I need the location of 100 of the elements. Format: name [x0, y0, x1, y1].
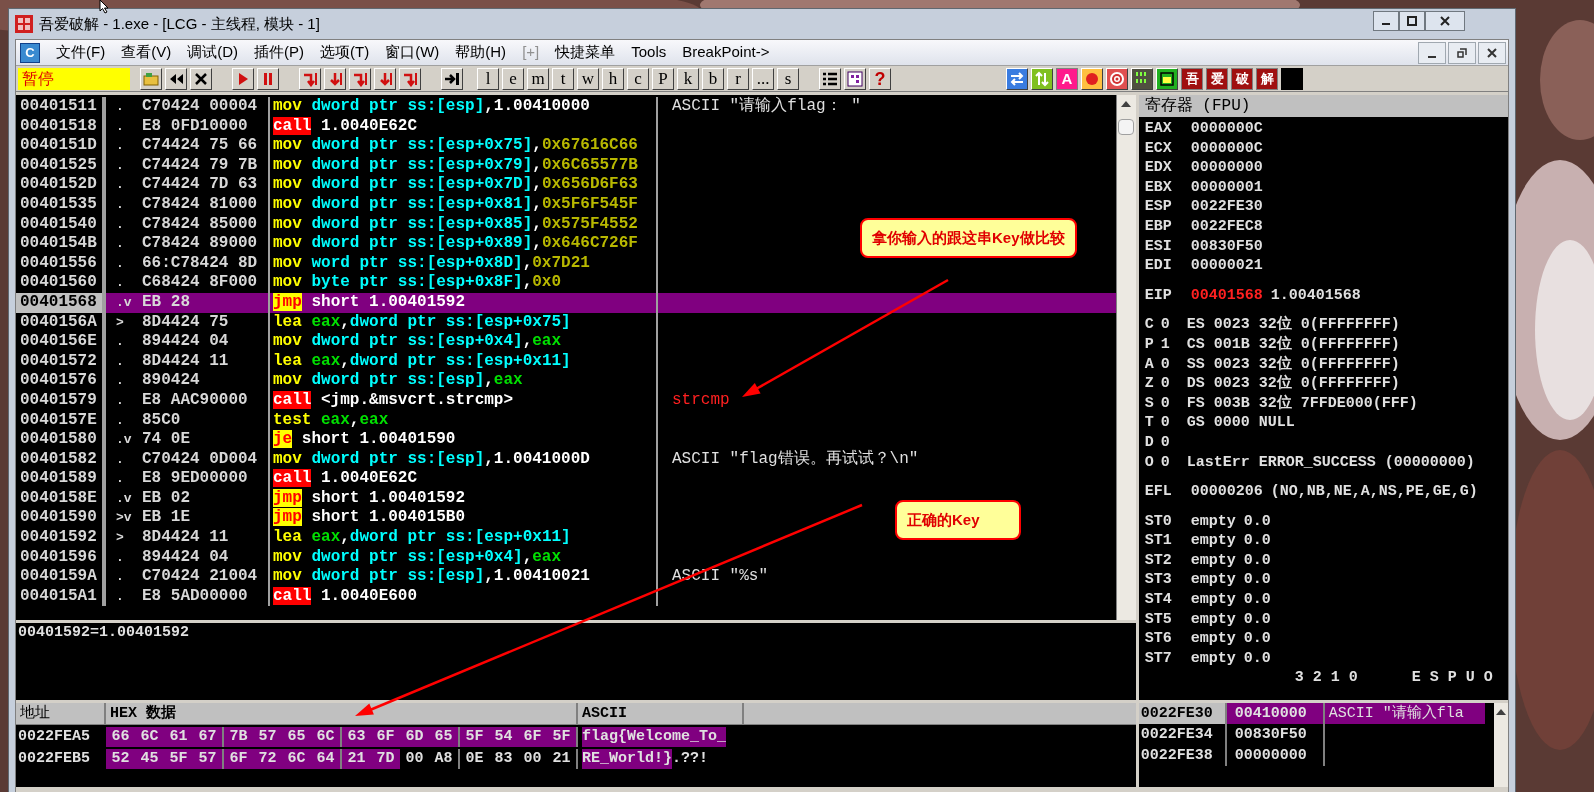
address-cell: 00401596: [16, 547, 106, 568]
register-name: ST0: [1144, 511, 1173, 532]
scroll-up-icon[interactable]: [1121, 101, 1132, 107]
up-down-button[interactable]: [1031, 67, 1053, 90]
target-button[interactable]: [1106, 67, 1128, 90]
register-value: 0000000C: [1190, 138, 1263, 159]
close-button[interactable]: [1478, 41, 1506, 64]
stack-row[interactable]: 0022FE38 00000000: [1138, 745, 1494, 766]
window-button[interactable]: w: [577, 67, 599, 90]
address-cell: 0040159A: [16, 567, 106, 587]
pause-button[interactable]: [257, 67, 279, 90]
menu-item[interactable]: 查看(V): [113, 41, 180, 64]
brand-button[interactable]: 解: [1256, 67, 1278, 90]
menu-item[interactable]: 快捷菜单: [547, 41, 624, 64]
hex-byte: 67: [193, 727, 222, 747]
window-button[interactable]: e: [502, 67, 524, 90]
step-over-button[interactable]: [324, 67, 346, 90]
instruction: mov dword ptr ss:[esp+0x79],0x6C65577B: [270, 155, 658, 176]
restore-button[interactable]: [1448, 41, 1476, 64]
run-to-return-button[interactable]: [399, 67, 421, 90]
menu-logo: C: [20, 42, 40, 63]
register-value: empty: [1190, 570, 1236, 591]
window-title: 吾爱破解 - 1.exe - [LCG - 主线程, 模块 - 1]: [39, 13, 320, 34]
text-button[interactable]: A: [1056, 67, 1078, 90]
window-button[interactable]: ...: [752, 67, 774, 90]
bytes-cell: EB 28: [142, 292, 270, 313]
step-into-button[interactable]: [299, 67, 321, 90]
hex-byte: 83: [493, 749, 514, 769]
register-detail: GS 0000 NULL: [1185, 413, 1295, 433]
menu-item[interactable]: Tools: [623, 41, 675, 64]
selected-row[interactable]: 00401568 .v EB 28 jmp short 1.00401592: [16, 292, 1116, 313]
brand-button[interactable]: 爱: [1206, 67, 1228, 90]
instruction: mov dword ptr ss:[esp+0x4],eax: [270, 547, 658, 568]
menu-item[interactable]: 插件(P): [246, 41, 312, 64]
menu-item[interactable]: 窗口(W): [377, 41, 448, 64]
record-button[interactable]: [1081, 67, 1103, 90]
bytes-cell: 8D4424 75: [142, 312, 270, 333]
close-icon: [193, 70, 209, 87]
menu-item[interactable]: 选项(T): [312, 41, 378, 64]
instruction: mov dword ptr ss:[esp+0x75],0x67616C66: [270, 136, 658, 156]
maximize-icon: [1407, 16, 1417, 26]
binary-button[interactable]: [1131, 67, 1153, 90]
brand-button[interactable]: 破: [1231, 67, 1253, 90]
window-button[interactable]: m: [527, 67, 549, 90]
bytes-cell: C70424 0D004: [142, 449, 270, 470]
scroll-thumb[interactable]: [1118, 119, 1135, 135]
brand-button[interactable]: 吾: [1181, 67, 1203, 90]
go-to-button[interactable]: [441, 67, 463, 90]
scroll-up-icon[interactable]: [1496, 709, 1506, 715]
register-value: 0: [1160, 432, 1170, 453]
bytes-cell: C70424 21004: [142, 567, 270, 587]
instruction: call 1.0040E62C: [270, 116, 658, 137]
restart-button[interactable]: [165, 67, 187, 90]
register-value: 0022FE30: [1190, 197, 1263, 217]
window-button[interactable]: s: [777, 67, 799, 90]
annotation-callout: 正确的Key: [895, 500, 1021, 540]
menu-item[interactable]: BreakPoint->: [674, 41, 778, 64]
window-button[interactable]: h: [602, 67, 624, 90]
menu-item[interactable]: 帮助(H): [447, 41, 515, 64]
trace-over-button[interactable]: [374, 67, 396, 90]
stack-row[interactable]: 0022FE34 00830F50: [1138, 724, 1494, 745]
window-button[interactable]: t: [552, 67, 574, 90]
address-cell: 0022FE30: [1138, 703, 1227, 724]
bytes-cell: C74424 7D 63: [142, 175, 270, 195]
close-button[interactable]: [1425, 11, 1465, 31]
window-button[interactable]: l: [477, 67, 499, 90]
maximize-button[interactable]: [1399, 11, 1425, 31]
jump-mark: .: [115, 215, 125, 234]
window-button[interactable]: c: [627, 67, 649, 90]
register-name: EBX: [1144, 177, 1173, 198]
blank-tool-button[interactable]: [1281, 67, 1303, 90]
menu-item[interactable]: 文件(F): [48, 41, 114, 64]
instruction: mov dword ptr ss:[esp+0x89],0x646C726F: [270, 234, 658, 254]
trace-into-button[interactable]: [349, 67, 371, 90]
window-button[interactable]: [1156, 67, 1178, 90]
run-button[interactable]: [232, 67, 254, 90]
grid-button[interactable]: [844, 67, 866, 90]
hex-byte: 6F: [518, 727, 547, 747]
swap-button[interactable]: [1006, 67, 1028, 90]
value-cell: 00830F50: [1226, 724, 1325, 745]
minimize-button[interactable]: [1373, 11, 1399, 31]
window-button[interactable]: b: [702, 67, 724, 90]
register-value: empty: [1190, 629, 1236, 649]
window-button[interactable]: r: [727, 67, 749, 90]
register-name: P: [1144, 334, 1155, 355]
window-button[interactable]: k: [677, 67, 699, 90]
help-button[interactable]: ?: [869, 67, 891, 90]
app-logo-icon: [15, 15, 33, 33]
register-value: empty: [1190, 511, 1236, 532]
register-value: 00401568: [1190, 285, 1263, 306]
instruction: call 1.0040E600: [270, 586, 658, 607]
list-button[interactable]: [819, 67, 841, 90]
stack-row[interactable]: 0022FE30 00410000 ASCII "请输入fla: [1138, 703, 1494, 724]
minimize-button[interactable]: [1418, 41, 1446, 64]
hex-byte: 63: [342, 727, 371, 747]
pane-header: 寄存器 (FPU): [1138, 95, 1508, 117]
menu-item[interactable]: 调试(D): [179, 41, 246, 64]
window-button[interactable]: P: [652, 67, 674, 90]
register-value: 00000001: [1190, 177, 1263, 198]
open-button[interactable]: [140, 67, 162, 90]
